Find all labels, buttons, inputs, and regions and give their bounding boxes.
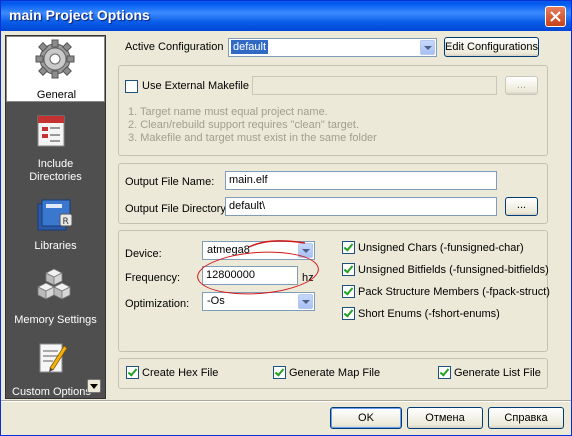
include-directories-icon: [37, 115, 65, 147]
makefile-note-3: 3. Makefile and target must exist in the…: [128, 132, 377, 144]
options-sidebar: General Include Directories R Libraries: [5, 35, 106, 399]
short-enums-checkbox[interactable]: [342, 307, 355, 320]
ok-button[interactable]: OK: [330, 407, 402, 429]
sidebar-scroll-down-button[interactable]: [87, 379, 101, 393]
output-file-directory-field[interactable]: default\: [225, 197, 497, 216]
close-button[interactable]: [545, 6, 566, 27]
sidebar-item-label: General: [36, 89, 77, 101]
gear-icon: [35, 39, 75, 79]
title-bar[interactable]: main Project Options: [1, 1, 571, 31]
optimization-label: Optimization:: [125, 298, 190, 310]
output-file-name-label: Output File Name:: [125, 176, 215, 188]
use-external-makefile-label: Use External Makefile: [142, 80, 249, 92]
unsigned-chars-label: Unsigned Chars (-funsigned-char): [358, 242, 524, 254]
makefile-note-2: 2. Clean/rebuild support requires "clean…: [128, 119, 359, 131]
bottom-separator-highlight: [1, 401, 571, 402]
makefile-note-1: 1. Target name must equal project name.: [128, 106, 328, 118]
help-button[interactable]: Справка: [488, 407, 564, 429]
output-file-name-field[interactable]: main.elf: [225, 171, 497, 190]
sidebar-item-libraries[interactable]: R Libraries: [6, 192, 105, 256]
sidebar-item-label-line2: Directories: [29, 171, 82, 183]
makefile-browse-button[interactable]: ...: [505, 76, 538, 95]
project-options-window: main Project Options General Include Dir…: [0, 0, 572, 436]
sidebar-item-memory-settings[interactable]: Memory Settings: [6, 264, 105, 328]
red-annotation-stroke: [248, 240, 306, 248]
memory-settings-icon: [37, 268, 71, 300]
active-configuration-select[interactable]: default: [228, 38, 437, 57]
generate-map-file-label: Generate Map File: [289, 367, 381, 379]
unsigned-bitfields-label: Unsigned Bitfields (-funsigned-bitfields…: [358, 264, 549, 276]
sidebar-item-label: Libraries: [34, 240, 77, 252]
pack-structure-members-checkbox[interactable]: [342, 285, 355, 298]
device-label: Device:: [125, 248, 162, 260]
short-enums-label: Short Enums (-fshort-enums): [358, 308, 500, 320]
sidebar-item-label: Custom Options: [12, 386, 91, 398]
custom-options-icon: [39, 343, 68, 373]
optimization-select[interactable]: -Os: [202, 292, 315, 311]
generate-map-file-checkbox[interactable]: [273, 366, 286, 379]
unsigned-bitfields-checkbox[interactable]: [342, 263, 355, 276]
close-icon: [550, 11, 561, 22]
use-external-makefile-checkbox[interactable]: [125, 80, 138, 93]
pack-structure-members-label: Pack Structure Members (-fpack-struct): [358, 286, 550, 298]
cancel-button[interactable]: Отмена: [407, 407, 483, 429]
output-directory-browse-button[interactable]: ...: [505, 197, 538, 216]
generate-list-file-label: Generate List File: [454, 367, 541, 379]
output-file-directory-label: Output File Directory:: [125, 203, 229, 215]
sidebar-item-label-line1: Include: [37, 158, 74, 170]
unsigned-chars-checkbox[interactable]: [342, 241, 355, 254]
active-configuration-label: Active Configuration: [125, 41, 224, 53]
edit-configurations-button[interactable]: Edit Configurations: [444, 37, 539, 57]
svg-text:R: R: [63, 217, 69, 227]
active-configuration-value: default: [231, 40, 269, 54]
frequency-label: Frequency:: [125, 272, 181, 284]
sidebar-item-general[interactable]: General: [6, 36, 105, 102]
chevron-down-icon[interactable]: [298, 294, 313, 309]
libraries-icon: R: [37, 199, 73, 231]
create-hex-file-label: Create Hex File: [142, 367, 219, 379]
makefile-path-field[interactable]: [252, 76, 497, 95]
chevron-down-icon[interactable]: [420, 40, 435, 55]
optimization-value: -Os: [207, 295, 225, 307]
sidebar-item-include-directories[interactable]: Include Directories: [6, 110, 105, 183]
window-title: main Project Options: [9, 7, 150, 23]
sidebar-item-label: Memory Settings: [14, 314, 97, 326]
generate-list-file-checkbox[interactable]: [438, 366, 451, 379]
create-hex-file-checkbox[interactable]: [126, 366, 139, 379]
